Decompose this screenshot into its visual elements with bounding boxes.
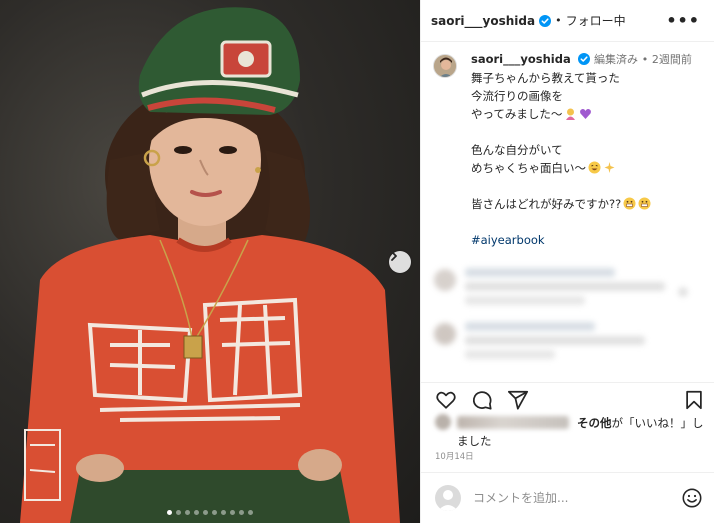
share-icon[interactable] bbox=[507, 389, 529, 411]
carousel-dot bbox=[176, 510, 181, 515]
carousel-dot bbox=[203, 510, 208, 515]
comment-bar bbox=[421, 472, 714, 523]
avatar-image bbox=[434, 55, 456, 77]
caption-line-with-emoji: やってみました〜 bbox=[471, 105, 714, 123]
post-date[interactable]: 10月14日 bbox=[435, 450, 474, 462]
caption-username[interactable]: saori___yoshida bbox=[471, 52, 571, 66]
purple-heart-emoji-icon bbox=[580, 108, 592, 119]
caption-body: saori___yoshida 編集済み • 2週間前 舞子ちゃんから教えて貰っ… bbox=[471, 50, 714, 249]
carousel-dot bbox=[221, 510, 226, 515]
post-header: saori___yoshida • フォロー中 ••• bbox=[421, 0, 714, 42]
bookmark-icon[interactable] bbox=[683, 389, 705, 411]
following-button[interactable]: フォロー中 bbox=[566, 12, 626, 29]
verified-badge-icon bbox=[578, 53, 591, 65]
carousel-dot bbox=[248, 510, 253, 515]
action-bar bbox=[421, 382, 714, 412]
caption-line: 色んな自分がいて bbox=[471, 143, 563, 157]
likes-summary: その他が「いいね！」し ました bbox=[435, 414, 705, 450]
likes-others-link[interactable]: その他 bbox=[577, 416, 612, 430]
default-avatar-icon bbox=[438, 490, 458, 511]
caption-line-with-emoji: 皆さんはどれが好みですか?? bbox=[471, 195, 714, 213]
header-username[interactable]: saori___yoshida bbox=[431, 14, 535, 28]
carousel-dot bbox=[185, 510, 190, 515]
verified-badge-icon bbox=[539, 14, 552, 27]
post-image[interactable] bbox=[0, 0, 420, 523]
likes-text-line2: ました bbox=[457, 434, 492, 448]
carousel-next-button[interactable] bbox=[389, 251, 411, 273]
photo-illustration bbox=[20, 7, 400, 523]
carousel-dot bbox=[239, 510, 244, 515]
hashtag-link[interactable]: #aiyearbook bbox=[471, 231, 714, 249]
chevron-right-icon bbox=[391, 251, 397, 261]
person-bowing-emoji-icon bbox=[566, 108, 576, 120]
meta-separator: • bbox=[641, 53, 649, 66]
carousel-dot bbox=[212, 510, 217, 515]
caption-header: saori___yoshida 編集済み • 2週間前 bbox=[471, 50, 714, 69]
carousel-indicator bbox=[0, 510, 420, 515]
post-time[interactable]: 2週間前 bbox=[652, 53, 692, 66]
carousel-dot bbox=[167, 510, 172, 515]
sparkles-emoji-icon bbox=[604, 162, 615, 173]
caption-line-text: 皆さんはどれが好みですか?? bbox=[471, 197, 622, 211]
grimacing-face-emoji-icon bbox=[638, 197, 651, 210]
comment-input[interactable] bbox=[473, 491, 653, 505]
edited-label: 編集済み bbox=[594, 53, 639, 66]
current-user-avatar bbox=[435, 485, 461, 511]
more-options-icon[interactable]: ••• bbox=[666, 11, 700, 30]
caption: saori___yoshida 編集済み • 2週間前 舞子ちゃんから教えて貰っ… bbox=[421, 50, 714, 249]
post-side-panel: saori___yoshida • フォロー中 ••• saori___yosh… bbox=[420, 0, 714, 523]
heart-icon[interactable] bbox=[435, 389, 457, 411]
liker-avatar bbox=[435, 414, 451, 430]
carousel-dot bbox=[194, 510, 199, 515]
caption-line-with-emoji: めちゃくちゃ面白い〜 bbox=[471, 159, 714, 177]
blurred-comments bbox=[434, 268, 688, 359]
liker-name-redacted bbox=[457, 416, 569, 429]
comment-icon[interactable] bbox=[471, 389, 493, 411]
caption-line: 今流行りの画像を bbox=[471, 89, 563, 103]
caption-line-text: めちゃくちゃ面白い〜 bbox=[471, 161, 586, 175]
caption-line-text: やってみました〜 bbox=[471, 107, 563, 121]
smile-icon[interactable] bbox=[681, 487, 703, 509]
laughing-face-emoji-icon bbox=[588, 161, 601, 174]
carousel-dot bbox=[230, 510, 235, 515]
likes-text: が「いいね！」し bbox=[611, 416, 704, 430]
grimacing-face-emoji-icon bbox=[623, 197, 636, 210]
caption-line: 舞子ちゃんから教えて貰った bbox=[471, 71, 620, 85]
avatar[interactable] bbox=[433, 54, 457, 78]
header-separator: • bbox=[555, 14, 562, 27]
